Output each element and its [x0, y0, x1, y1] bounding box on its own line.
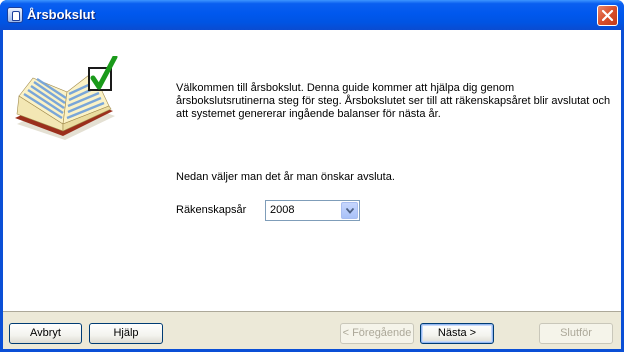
fiscal-year-label: Räkenskapsår	[176, 204, 247, 216]
previous-button[interactable]: < Föregående	[340, 323, 414, 344]
button-bar: Avbryt Hjälp < Föregående Nästa > Slutfö…	[3, 311, 621, 349]
wizard-window: Årsbokslut Välkommen till årsbokslut. De…	[0, 0, 624, 352]
fiscal-year-value: 2008	[270, 204, 295, 216]
intro-line: årsbokslutsrutinerna steg för steg. Årsb…	[176, 95, 611, 107]
intro-line: Välkommen till årsbokslut. Denna guide k…	[176, 82, 515, 94]
app-icon	[7, 7, 23, 23]
fiscal-year-select[interactable]: 2008	[265, 200, 360, 221]
close-icon	[601, 9, 614, 22]
window-title: Årsbokslut	[27, 7, 95, 22]
instruction-text: Nedan väljer man det år man önskar avslu…	[176, 171, 395, 183]
help-button[interactable]: Hjälp	[89, 323, 163, 344]
book-checkmark-icon	[15, 56, 118, 140]
finish-button[interactable]: Slutför	[539, 323, 613, 344]
intro-text: Välkommen till årsbokslut. Denna guide k…	[176, 82, 616, 121]
next-button[interactable]: Nästa >	[420, 323, 494, 344]
cancel-button[interactable]: Avbryt	[9, 323, 82, 344]
chevron-down-icon	[346, 208, 354, 214]
wizard-body: Välkommen till årsbokslut. Denna guide k…	[3, 30, 621, 349]
intro-line: att systemet genererar ingående balanser…	[176, 108, 441, 120]
title-bar[interactable]: Årsbokslut	[0, 0, 624, 30]
close-button[interactable]	[597, 5, 618, 26]
dropdown-button[interactable]	[341, 202, 358, 219]
